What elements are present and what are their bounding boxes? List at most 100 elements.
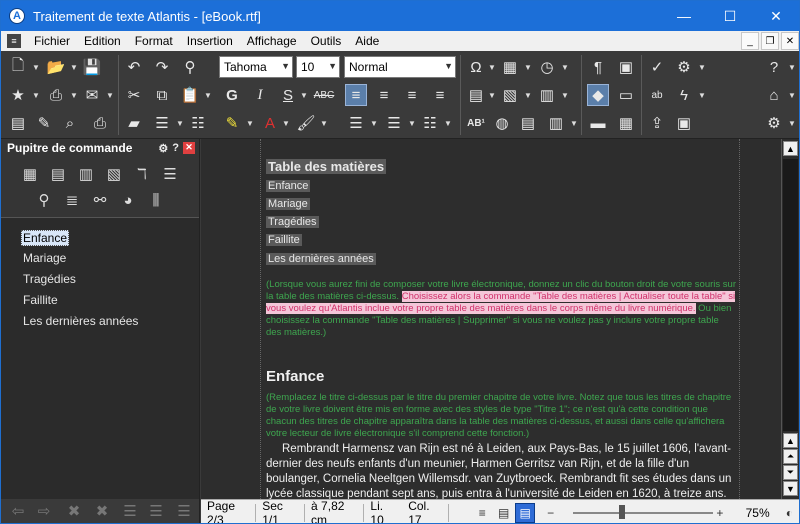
chevron-down-icon[interactable]: ▼ bbox=[299, 84, 309, 106]
chevron-down-icon[interactable]: ▼ bbox=[787, 56, 797, 78]
heading-item-mariage[interactable]: Mariage bbox=[23, 251, 66, 265]
autocorrect-icon[interactable]: ⚙ bbox=[673, 56, 695, 78]
chevron-down-icon[interactable]: ▼ bbox=[487, 56, 497, 78]
panel-help-icon[interactable]: ? bbox=[172, 142, 179, 155]
spellcheck-icon[interactable]: ✓ bbox=[646, 56, 668, 78]
chevron-down-icon[interactable]: ▼ bbox=[560, 56, 570, 78]
forward-arrow-icon[interactable]: ⇨ bbox=[33, 501, 55, 521]
menu-edition[interactable]: Edition bbox=[77, 34, 128, 48]
chevron-down-icon[interactable]: ▼ bbox=[569, 112, 579, 134]
delete-heading-icon[interactable]: ✖ bbox=[63, 501, 85, 521]
vertical-scrollbar[interactable]: ▲ ▲ ⏶ ⏷ ▼ bbox=[781, 139, 799, 499]
full-screen-icon[interactable]: ▣ bbox=[615, 56, 637, 78]
table-icon[interactable]: ▦ bbox=[615, 112, 637, 134]
scroll-up-icon[interactable]: ▲ bbox=[783, 141, 798, 156]
eraser-icon[interactable]: ▰ bbox=[123, 112, 145, 134]
new-document-icon[interactable]: 🗋 bbox=[7, 56, 29, 78]
doc-minimize-button[interactable]: _ bbox=[741, 32, 759, 50]
delete-all-icon[interactable]: ✖ bbox=[91, 501, 113, 521]
print-icon[interactable]: ⎙ bbox=[45, 84, 67, 106]
print-printer-icon[interactable]: ⎙ bbox=[89, 112, 111, 134]
move-top-icon[interactable]: ☰ bbox=[119, 501, 141, 521]
doc-restore-button[interactable]: ❐ bbox=[761, 32, 779, 50]
zoom-slider[interactable] bbox=[573, 512, 713, 514]
header-footer-icon[interactable]: ▬ bbox=[587, 112, 609, 134]
doc-close-button[interactable]: ✕ bbox=[781, 32, 799, 50]
email-icon[interactable]: ✉ bbox=[81, 84, 103, 106]
panel-close-icon[interactable]: ✕ bbox=[183, 141, 195, 154]
maximize-button[interactable]: ☐ bbox=[707, 1, 753, 31]
scroll-down-icon[interactable]: ▼ bbox=[783, 481, 798, 496]
superscript-icon[interactable]: AB¹ bbox=[465, 112, 487, 134]
pilcrow-icon[interactable]: ¶ bbox=[587, 56, 609, 78]
highlight-marker-icon[interactable]: ✎ bbox=[221, 112, 243, 134]
chevron-down-icon[interactable]: ▼ bbox=[523, 56, 533, 78]
font-name-select[interactable]: Tahoma ▼ bbox=[219, 56, 293, 78]
undo-icon[interactable]: ↶ bbox=[123, 56, 145, 78]
style-select[interactable]: Normal ▼ bbox=[344, 56, 456, 78]
chevron-down-icon[interactable]: ▼ bbox=[319, 112, 329, 134]
toc-item-dernieres-annees[interactable]: Les dernières années bbox=[266, 253, 376, 265]
chevron-down-icon[interactable]: ▼ bbox=[787, 84, 797, 106]
styles-icon[interactable]: ℸ bbox=[131, 163, 153, 185]
cut-icon[interactable]: ✂ bbox=[123, 84, 145, 106]
paragraph-format-icon[interactable]: ☰ bbox=[151, 112, 173, 134]
clock-icon[interactable]: ◷ bbox=[536, 56, 558, 78]
heading-item-tragedies[interactable]: Tragédies bbox=[23, 272, 76, 286]
menu-outils[interactable]: Outils bbox=[304, 34, 349, 48]
chevron-down-icon[interactable]: ▼ bbox=[787, 112, 797, 134]
list-format-icon[interactable]: ☷ bbox=[187, 112, 209, 134]
ebook-compile-icon[interactable]: ▣ bbox=[673, 112, 695, 134]
outline-list-icon[interactable]: ☷ bbox=[419, 112, 441, 134]
document-area[interactable]: Table des matières Enfance Mariage Tragé… bbox=[201, 139, 781, 499]
zoom-out-button[interactable]: − bbox=[541, 503, 560, 523]
insert-picture-icon[interactable]: ▤ bbox=[465, 84, 487, 106]
zoom-slider-thumb[interactable] bbox=[619, 505, 625, 519]
toc-item-tragedies[interactable]: Tragédies bbox=[266, 216, 319, 228]
save-icon[interactable]: 💾 bbox=[81, 56, 103, 78]
chevron-down-icon[interactable]: ▼ bbox=[560, 84, 570, 106]
chevron-down-icon[interactable]: ▼ bbox=[407, 112, 417, 134]
numbered-list-icon[interactable]: ☰ bbox=[383, 112, 405, 134]
menu-format[interactable]: Format bbox=[128, 34, 180, 48]
font-size-select[interactable]: 10 ▼ bbox=[296, 56, 340, 78]
scroll-thumb[interactable] bbox=[783, 159, 798, 431]
pages-icon[interactable]: ▥ bbox=[75, 163, 97, 185]
zoom-in-button[interactable]: + bbox=[710, 503, 729, 523]
attachment-clips-icon[interactable]: ⫼ bbox=[145, 189, 167, 211]
abc-replace-icon[interactable]: ab bbox=[646, 84, 668, 106]
chevron-down-icon[interactable]: ▼ bbox=[281, 112, 291, 134]
zoom-level[interactable]: 75% bbox=[740, 504, 776, 522]
document-icon[interactable]: ≡ bbox=[7, 34, 21, 48]
chevron-down-icon[interactable]: ▼ bbox=[443, 112, 453, 134]
scroll-up-small-icon[interactable]: ▲ bbox=[783, 433, 798, 448]
chevron-down-icon[interactable]: ▼ bbox=[487, 84, 497, 106]
edit-document-icon[interactable]: ✎ bbox=[33, 112, 55, 134]
redo-icon[interactable]: ↷ bbox=[151, 56, 173, 78]
chevron-down-icon[interactable]: ▼ bbox=[105, 84, 115, 106]
underline-icon[interactable]: S bbox=[277, 84, 299, 106]
numbering-list-icon[interactable]: ☰ bbox=[159, 163, 181, 185]
toc-item-mariage[interactable]: Mariage bbox=[266, 198, 310, 210]
binoculars-icon[interactable]: ⚯ bbox=[89, 189, 111, 211]
menu-affichage[interactable]: Affichage bbox=[240, 34, 304, 48]
align-right-icon[interactable]: ≡ bbox=[401, 84, 423, 106]
chevron-down-icon[interactable]: ▼ bbox=[69, 84, 79, 106]
chevron-down-icon[interactable]: ▼ bbox=[245, 112, 255, 134]
paste-icon[interactable]: 📋 bbox=[179, 84, 201, 106]
globe-web-icon[interactable]: ◍ bbox=[491, 112, 513, 134]
chevron-down-icon[interactable]: ▼ bbox=[175, 112, 185, 134]
toc-item-faillite[interactable]: Faillite bbox=[266, 234, 302, 246]
copy-icon[interactable]: ⧉ bbox=[151, 84, 173, 106]
heading-item-enfance[interactable]: Enfance bbox=[21, 230, 70, 246]
document-stats-icon[interactable]: ▧ bbox=[103, 163, 125, 185]
page-view-icon[interactable]: ▭ bbox=[615, 84, 637, 106]
find-binoculars-icon[interactable]: ⚲ bbox=[179, 56, 201, 78]
back-arrow-icon[interactable]: ⇦ bbox=[7, 501, 29, 521]
color-palette-icon[interactable]: ◕ bbox=[117, 189, 139, 211]
page-layout-view-icon[interactable]: ▤ bbox=[515, 502, 535, 523]
format-painter-icon[interactable]: 🖌 bbox=[295, 112, 317, 134]
chevron-down-icon[interactable]: ▼ bbox=[369, 112, 379, 134]
document-properties-icon[interactable]: ▤ bbox=[7, 112, 29, 134]
symbol-omega-icon[interactable]: Ω bbox=[465, 56, 487, 78]
